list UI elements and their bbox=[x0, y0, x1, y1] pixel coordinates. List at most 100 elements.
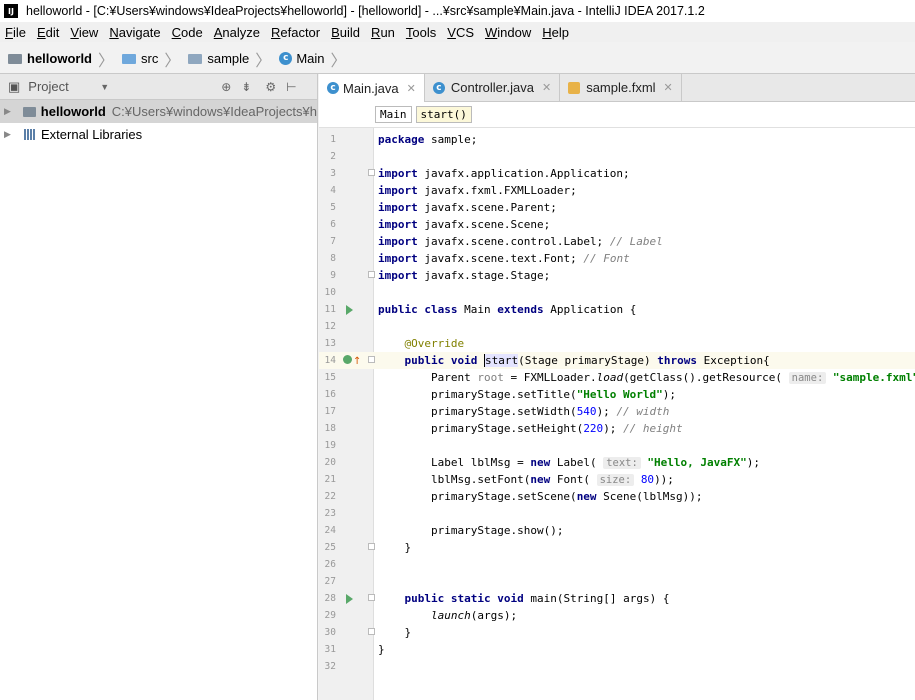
editor-crumb-method[interactable]: start() bbox=[415, 106, 472, 123]
menu-file[interactable]: File bbox=[0, 25, 32, 40]
parameter-hint: name: bbox=[788, 372, 827, 384]
line-number: 11 bbox=[324, 304, 336, 315]
nav-crumb-src-label: src bbox=[141, 51, 159, 66]
line-number: 21 bbox=[324, 474, 336, 485]
line-number: 20 bbox=[324, 457, 336, 468]
expand-arrow-icon[interactable]: ▶ bbox=[0, 130, 18, 140]
parameter-hint: text: bbox=[603, 457, 641, 469]
code-text: primaryStage.setHeight( bbox=[430, 422, 584, 435]
menu-code[interactable]: Code bbox=[167, 25, 209, 40]
tab-label: sample.fxml bbox=[586, 80, 656, 95]
line-number: 8 bbox=[330, 253, 336, 264]
chevron-right-icon: 〉 bbox=[164, 50, 181, 70]
code-line: 18 primaryStage.setHeight(220); // heigh… bbox=[319, 420, 915, 437]
run-icon[interactable] bbox=[346, 594, 353, 604]
code-line: 12 bbox=[319, 318, 915, 335]
editor-breadcrumb: Main start() bbox=[319, 102, 915, 128]
nav-crumb-src[interactable]: src 〉 bbox=[114, 47, 180, 71]
code-text: Font( bbox=[550, 473, 590, 486]
code-editor[interactable]: 1 package sample; 2 3 import javafx.applic… bbox=[319, 128, 915, 700]
nav-crumb-main[interactable]: c Main 〉 bbox=[271, 47, 347, 71]
close-icon[interactable]: ✕ bbox=[542, 81, 551, 94]
editor-crumb-class[interactable]: Main bbox=[375, 106, 412, 123]
gear-icon[interactable]: ⚙ bbox=[265, 80, 276, 94]
nav-crumb-project[interactable]: helloworld 〉 bbox=[0, 47, 114, 71]
code-text: javafx.scene.Scene; bbox=[424, 218, 551, 231]
tab-main-java[interactable]: c Main.java ✕ bbox=[319, 74, 425, 102]
project-view-icon: ▣ bbox=[8, 78, 21, 94]
code-line: 30 } bbox=[319, 624, 915, 641]
window-title: helloworld - [C:¥Users¥windows¥IdeaProje… bbox=[26, 4, 705, 18]
title-bar: IJ helloworld - [C:¥Users¥windows¥IdeaPr… bbox=[0, 0, 915, 22]
project-view-selector[interactable]: Project bbox=[28, 79, 92, 94]
fold-marker-icon[interactable] bbox=[368, 628, 375, 635]
chevron-right-icon: 〉 bbox=[330, 50, 347, 70]
menu-run[interactable]: Run bbox=[366, 25, 401, 40]
tab-controller-java[interactable]: c Controller.java ✕ bbox=[425, 74, 561, 101]
close-icon[interactable]: ✕ bbox=[407, 82, 416, 95]
fold-marker-icon[interactable] bbox=[368, 169, 375, 176]
code-text: Label lblMsg = bbox=[430, 456, 531, 469]
fold-marker-icon[interactable] bbox=[368, 594, 375, 601]
code-text: javafx.application.Application; bbox=[424, 167, 630, 180]
menu-help[interactable]: Help bbox=[537, 25, 575, 40]
editor-area: c Main.java ✕ c Controller.java ✕ sample… bbox=[319, 74, 915, 700]
expand-arrow-icon[interactable]: ▶ bbox=[0, 107, 17, 117]
keyword: public bbox=[378, 303, 418, 316]
collapse-all-icon[interactable]: ⇟ bbox=[241, 80, 251, 94]
code-text: javafx.scene.Parent; bbox=[424, 201, 557, 214]
close-icon[interactable]: ✕ bbox=[664, 81, 673, 94]
tree-item-project-root[interactable]: ▶ helloworld C:¥Users¥windows¥IdeaProjec… bbox=[0, 100, 317, 123]
code-line: 6 import javafx.scene.Scene; bbox=[319, 216, 915, 233]
project-folder-icon bbox=[22, 106, 36, 117]
menu-window[interactable]: Window bbox=[480, 25, 537, 40]
line-number: 25 bbox=[324, 542, 336, 553]
menu-analyze[interactable]: Analyze bbox=[209, 25, 266, 40]
fold-marker-icon[interactable] bbox=[368, 543, 375, 550]
menu-navigate[interactable]: Navigate bbox=[104, 25, 166, 40]
code-line: 22 primaryStage.setScene(new Scene(lblMs… bbox=[319, 488, 915, 505]
menu-edit[interactable]: Edit bbox=[32, 25, 65, 40]
code-line: 20 Label lblMsg = new Label( text: "Hell… bbox=[319, 454, 915, 471]
nav-crumb-sample[interactable]: sample 〉 bbox=[180, 47, 271, 71]
line-number: 15 bbox=[324, 372, 336, 383]
run-icon[interactable] bbox=[346, 305, 353, 315]
scroll-from-source-icon[interactable]: ⊕ bbox=[221, 80, 231, 94]
number-literal: 80 bbox=[640, 473, 655, 486]
menu-tools[interactable]: Tools bbox=[401, 25, 442, 40]
menu-view[interactable]: View bbox=[65, 25, 104, 40]
comment: // Label bbox=[609, 235, 663, 248]
keyword: public bbox=[404, 592, 445, 605]
menu-refactor[interactable]: Refactor bbox=[266, 25, 326, 40]
keyword: throws bbox=[657, 354, 697, 367]
line-number: 18 bbox=[324, 423, 336, 434]
override-method-icon[interactable] bbox=[343, 355, 352, 364]
code-line: 32 bbox=[319, 658, 915, 675]
keyword: import bbox=[378, 184, 418, 197]
code-line: 1 package sample; bbox=[319, 131, 915, 148]
fold-marker-icon[interactable] bbox=[368, 356, 375, 363]
library-icon bbox=[24, 129, 36, 140]
tab-label: Controller.java bbox=[450, 80, 534, 95]
method-name: start bbox=[484, 354, 519, 367]
code-line: 15 Parent root = FXMLLoader.load(getClas… bbox=[319, 369, 915, 386]
line-number: 32 bbox=[324, 661, 336, 672]
code-text: } bbox=[404, 541, 412, 554]
code-line: 11 public class Main extends Application … bbox=[319, 301, 915, 318]
tab-sample-fxml[interactable]: sample.fxml ✕ bbox=[560, 74, 682, 101]
tree-item-external-libraries[interactable]: ▶ External Libraries bbox=[0, 123, 317, 146]
hide-panel-icon[interactable]: ⊢ bbox=[286, 80, 296, 94]
code-text: javafx.stage.Stage; bbox=[424, 269, 551, 282]
keyword: import bbox=[378, 218, 418, 231]
code-text: } bbox=[378, 643, 385, 656]
line-number: 31 bbox=[324, 644, 336, 655]
string-literal: "Hello, JavaFX" bbox=[647, 456, 747, 469]
class-icon: c bbox=[432, 81, 445, 94]
menu-vcs[interactable]: VCS bbox=[442, 25, 480, 40]
menu-build[interactable]: Build bbox=[326, 25, 366, 40]
project-tool-window: ▣ Project ▼ ⊕ ⇟ ⚙ ⊢ ▶ helloworld C:¥User… bbox=[0, 74, 318, 700]
dropdown-arrow-icon[interactable]: ▼ bbox=[100, 82, 109, 92]
chevron-right-icon: 〉 bbox=[255, 50, 272, 70]
comment: // height bbox=[623, 422, 683, 435]
fold-marker-icon[interactable] bbox=[368, 271, 375, 278]
